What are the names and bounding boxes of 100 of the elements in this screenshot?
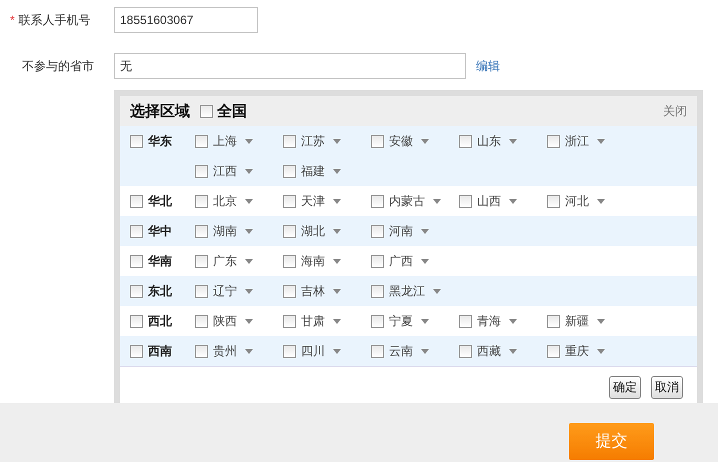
checkbox[interactable] xyxy=(459,134,472,148)
caret-icon[interactable] xyxy=(333,288,341,294)
caret-icon[interactable] xyxy=(245,138,253,144)
checkbox[interactable] xyxy=(195,284,208,298)
phone-field[interactable]: 18551603067 xyxy=(114,7,258,33)
caret-icon[interactable] xyxy=(421,138,429,144)
cancel-button[interactable]: 取消 xyxy=(651,376,683,398)
province-label: 宁夏 xyxy=(389,312,413,330)
checkbox[interactable] xyxy=(547,134,560,148)
region-label: 华中 xyxy=(148,222,172,240)
caret-icon[interactable] xyxy=(333,318,341,324)
caret-icon[interactable] xyxy=(597,348,605,354)
checkbox[interactable] xyxy=(130,194,143,208)
caret-icon[interactable] xyxy=(433,198,441,204)
close-link[interactable]: 关闭 xyxy=(663,102,687,120)
checkbox[interactable] xyxy=(371,284,384,298)
confirm-button[interactable]: 确定 xyxy=(609,376,641,398)
caret-icon[interactable] xyxy=(421,318,429,324)
province-label: 四川 xyxy=(301,342,325,360)
region-label: 西南 xyxy=(148,342,172,360)
province-label: 重庆 xyxy=(565,342,589,360)
checkbox[interactable] xyxy=(283,164,296,178)
caret-icon[interactable] xyxy=(333,198,341,204)
province-label: 山西 xyxy=(477,192,501,210)
checkbox[interactable] xyxy=(283,284,296,298)
province-label: 浙江 xyxy=(565,132,589,150)
field-label: 联系人手机号 xyxy=(18,12,91,28)
checkbox[interactable] xyxy=(195,194,208,208)
caret-icon[interactable] xyxy=(245,348,253,354)
region-label: 华南 xyxy=(148,252,172,270)
caret-icon[interactable] xyxy=(245,288,253,294)
checkbox[interactable] xyxy=(195,224,208,238)
field-label: 不参与的省市 xyxy=(22,58,94,74)
checkbox[interactable] xyxy=(459,314,472,328)
checkbox[interactable] xyxy=(195,254,208,268)
caret-icon[interactable] xyxy=(421,258,429,264)
checkbox[interactable] xyxy=(283,224,296,238)
province-label: 上海 xyxy=(213,132,237,150)
caret-icon[interactable] xyxy=(433,288,441,294)
checkbox[interactable] xyxy=(547,314,560,328)
checkbox[interactable] xyxy=(195,314,208,328)
checkbox[interactable] xyxy=(130,224,143,238)
caret-icon[interactable] xyxy=(333,228,341,234)
caret-icon[interactable] xyxy=(509,138,517,144)
caret-icon[interactable] xyxy=(245,228,253,234)
checkbox[interactable] xyxy=(195,134,208,148)
caret-icon[interactable] xyxy=(597,198,605,204)
caret-icon[interactable] xyxy=(245,198,253,204)
checkbox[interactable] xyxy=(200,104,213,118)
caret-icon[interactable] xyxy=(509,198,517,204)
checkbox[interactable] xyxy=(130,344,143,358)
checkbox[interactable] xyxy=(371,134,384,148)
province-label: 广东 xyxy=(213,252,237,270)
checkbox[interactable] xyxy=(195,164,208,178)
caret-icon[interactable] xyxy=(245,318,253,324)
caret-icon[interactable] xyxy=(421,228,429,234)
province-label: 陕西 xyxy=(213,312,237,330)
caret-icon[interactable] xyxy=(509,348,517,354)
checkbox[interactable] xyxy=(130,134,143,148)
caret-icon[interactable] xyxy=(245,258,253,264)
checkbox[interactable] xyxy=(283,314,296,328)
caret-icon[interactable] xyxy=(333,138,341,144)
caret-icon[interactable] xyxy=(597,138,605,144)
checkbox[interactable] xyxy=(371,254,384,268)
province-label: 云南 xyxy=(389,342,413,360)
checkbox-label: 全国 xyxy=(217,102,247,120)
caret-icon[interactable] xyxy=(509,318,517,324)
checkbox[interactable] xyxy=(371,344,384,358)
edit-link[interactable]: 编辑 xyxy=(476,58,500,74)
checkbox[interactable] xyxy=(459,194,472,208)
region-label: 华北 xyxy=(148,192,172,210)
checkbox[interactable] xyxy=(371,224,384,238)
region-label: 华东 xyxy=(148,132,172,150)
excluded-provinces-field[interactable]: 无 xyxy=(114,53,466,79)
checkbox[interactable] xyxy=(283,254,296,268)
province-label: 山东 xyxy=(477,132,501,150)
checkbox[interactable] xyxy=(283,134,296,148)
checkbox[interactable] xyxy=(371,194,384,208)
caret-icon[interactable] xyxy=(245,168,253,174)
checkbox[interactable] xyxy=(130,254,143,268)
province-label: 广西 xyxy=(389,252,413,270)
checkbox[interactable] xyxy=(547,194,560,208)
checkbox[interactable] xyxy=(283,194,296,208)
checkbox[interactable] xyxy=(547,344,560,358)
province-label: 河南 xyxy=(389,222,413,240)
province-label: 湖南 xyxy=(213,222,237,240)
checkbox[interactable] xyxy=(459,344,472,358)
caret-icon[interactable] xyxy=(421,348,429,354)
province-label: 西藏 xyxy=(477,342,501,360)
province-label: 湖北 xyxy=(301,222,325,240)
caret-icon[interactable] xyxy=(333,168,341,174)
caret-icon[interactable] xyxy=(333,348,341,354)
checkbox[interactable] xyxy=(283,344,296,358)
checkbox[interactable] xyxy=(130,314,143,328)
checkbox[interactable] xyxy=(195,344,208,358)
province-label: 辽宁 xyxy=(213,282,237,300)
checkbox[interactable] xyxy=(130,284,143,298)
caret-icon[interactable] xyxy=(597,318,605,324)
caret-icon[interactable] xyxy=(333,258,341,264)
checkbox[interactable] xyxy=(371,314,384,328)
